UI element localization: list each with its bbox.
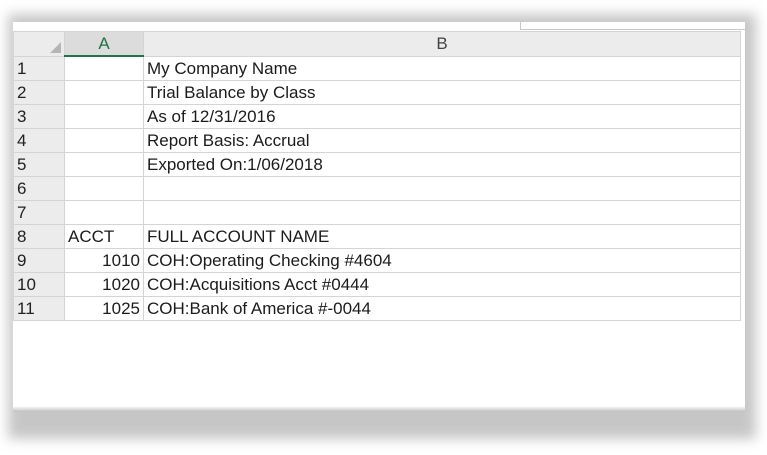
cell-b11[interactable]: COH:Bank of America #-0044	[143, 296, 741, 321]
row-header[interactable]: 9	[13, 248, 65, 273]
cell-b1[interactable]: My Company Name	[143, 55, 741, 81]
bottom-shadow	[13, 406, 745, 412]
table-row: 10 1020 COH:Acquisitions Acct #0444	[13, 272, 741, 297]
cell-a11[interactable]: 1025	[64, 296, 144, 321]
select-all-button[interactable]	[13, 31, 65, 57]
cell-a5[interactable]	[64, 152, 144, 177]
cell-b9[interactable]: COH:Operating Checking #4604	[143, 248, 741, 273]
column-header-a[interactable]: A	[64, 31, 144, 57]
table-row: 3 As of 12/31/2016	[13, 104, 741, 129]
cell-a7[interactable]	[64, 200, 144, 225]
cell-a10[interactable]: 1020	[64, 272, 144, 297]
cell-a4[interactable]	[64, 128, 144, 153]
cell-b6[interactable]	[143, 176, 741, 201]
table-row: 5 Exported On:1/06/2018	[13, 152, 741, 177]
row-header[interactable]: 3	[13, 104, 65, 129]
cell-b7[interactable]	[143, 200, 741, 225]
row-header[interactable]: 11	[13, 296, 65, 321]
table-row: 1 My Company Name	[13, 55, 741, 81]
table-row: 9 1010 COH:Operating Checking #4604	[13, 248, 741, 273]
table-row: 6	[13, 176, 741, 201]
cell-a6[interactable]	[64, 176, 144, 201]
cell-a2[interactable]	[64, 80, 144, 105]
column-header-b[interactable]: B	[143, 31, 741, 57]
cell-a3[interactable]	[64, 104, 144, 129]
cell-a9[interactable]: 1010	[64, 248, 144, 273]
cell-b8[interactable]: FULL ACCOUNT NAME	[143, 224, 741, 249]
cell-b3[interactable]: As of 12/31/2016	[143, 104, 741, 129]
table-row: 2 Trial Balance by Class	[13, 80, 741, 105]
row-header[interactable]: 10	[13, 272, 65, 297]
cell-a1[interactable]	[64, 55, 144, 81]
cell-b10[interactable]: COH:Acquisitions Acct #0444	[143, 272, 741, 297]
cell-b4[interactable]: Report Basis: Accrual	[143, 128, 741, 153]
row-header[interactable]: 2	[13, 80, 65, 105]
toolbar-strip	[13, 22, 745, 30]
select-all-triangle-icon	[50, 41, 61, 53]
cell-b2[interactable]: Trial Balance by Class	[143, 80, 741, 105]
row-header[interactable]: 8	[13, 224, 65, 249]
row-header[interactable]: 1	[13, 55, 65, 81]
table-row: 7	[13, 200, 741, 225]
worksheet-grid: A B 1 My Company Name 2 Trial Balance by…	[13, 31, 741, 321]
formula-bar-edge	[520, 22, 745, 30]
row-header[interactable]: 6	[13, 176, 65, 201]
table-row: 11 1025 COH:Bank of America #-0044	[13, 296, 741, 321]
cell-b5[interactable]: Exported On:1/06/2018	[143, 152, 741, 177]
row-header[interactable]: 4	[13, 128, 65, 153]
spreadsheet: A B 1 My Company Name 2 Trial Balance by…	[12, 22, 745, 412]
row-header[interactable]: 7	[13, 200, 65, 225]
cell-a8[interactable]: ACCT	[64, 224, 144, 249]
table-row: 4 Report Basis: Accrual	[13, 128, 741, 153]
row-header[interactable]: 5	[13, 152, 65, 177]
table-row: 8 ACCT FULL ACCOUNT NAME	[13, 224, 741, 249]
